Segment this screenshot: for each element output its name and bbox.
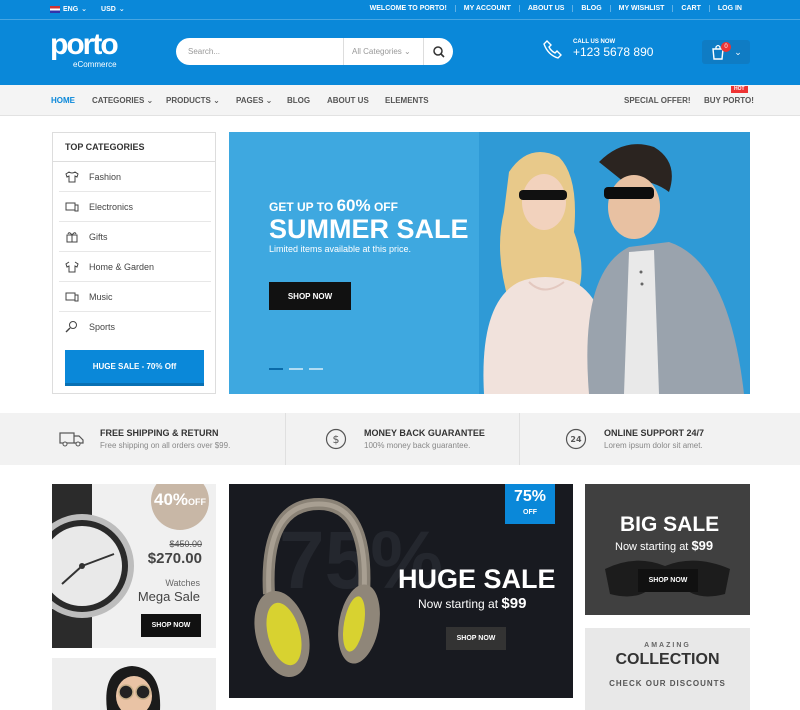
cart-button[interactable]: 0 ⌄ bbox=[702, 40, 750, 64]
category-fashion[interactable]: Fashion bbox=[59, 162, 211, 192]
tshirt-icon bbox=[65, 170, 79, 182]
cart-count-badge: 0 bbox=[721, 42, 731, 52]
nav-blog[interactable]: BLOG bbox=[287, 96, 310, 105]
log-in-link[interactable]: LOG IN bbox=[708, 5, 750, 12]
hero-slider: GET UP TO 60% OFF SUMMER SALE Limited it… bbox=[229, 132, 750, 394]
big-sale-banner[interactable]: BIG SALE Now starting at $99 SHOP NOW bbox=[585, 484, 750, 615]
svg-text:$: $ bbox=[333, 433, 340, 446]
language-selector[interactable]: ENG ⌄ bbox=[50, 5, 87, 13]
category-select[interactable]: All Categories ⌄ bbox=[343, 38, 423, 65]
cart-link[interactable]: CART bbox=[672, 5, 708, 12]
new-price: $270.00 bbox=[147, 550, 202, 567]
sunglasses-banner[interactable] bbox=[52, 658, 216, 710]
headphones-shop-now-button[interactable]: SHOP NOW bbox=[446, 627, 506, 650]
slider-dot-3[interactable] bbox=[309, 368, 323, 370]
my-account-link[interactable]: MY ACCOUNT bbox=[454, 5, 519, 12]
dollar-icon: $ bbox=[325, 428, 347, 450]
big-sale-shop-now-button[interactable]: SHOP NOW bbox=[638, 569, 698, 592]
welcome-text: WELCOME TO PORTO! bbox=[369, 5, 447, 12]
discount-badge: 40%OFF bbox=[151, 484, 209, 530]
phone-icon bbox=[543, 40, 562, 59]
blog-link[interactable]: BLOG bbox=[572, 5, 609, 12]
hero-subtitle: Limited items available at this price. bbox=[269, 244, 412, 254]
huge-sale-button[interactable]: HUGE SALE - 70% Off bbox=[65, 350, 204, 383]
search-button[interactable] bbox=[423, 38, 453, 65]
search-bar: Search... All Categories ⌄ bbox=[176, 38, 453, 65]
feature-money-back: $ MONEY BACK GUARANTEE 100% money back gu… bbox=[322, 413, 485, 465]
nav-about-us[interactable]: ABOUT US bbox=[327, 96, 369, 105]
watch-shop-now-button[interactable]: SHOP NOW bbox=[141, 614, 201, 637]
search-input[interactable]: Search... bbox=[176, 47, 343, 56]
nav-pages[interactable]: PAGES ⌄ bbox=[236, 96, 272, 105]
main-nav: HOME CATEGORIES ⌄ PRODUCTS ⌄ PAGES ⌄ BLO… bbox=[0, 85, 800, 116]
huge-sale-subtitle: Now starting at $99 bbox=[418, 595, 527, 612]
nav-special-offer[interactable]: SPECIAL OFFER! bbox=[624, 96, 691, 105]
slider-dots bbox=[269, 368, 323, 370]
chevron-down-icon: ⌄ bbox=[734, 46, 742, 57]
discount-ribbon: 75% OFF bbox=[505, 484, 555, 524]
watch-image bbox=[52, 484, 134, 648]
nav-elements[interactable]: ELEMENTS bbox=[385, 96, 429, 105]
feature-shipping: FREE SHIPPING & RETURN Free shipping on a… bbox=[58, 413, 230, 465]
headphones-banner[interactable]: 75% 75% OFF HUGE SALE Now starting at $99… bbox=[229, 484, 573, 698]
slider-dot-1[interactable] bbox=[269, 368, 283, 370]
nav-products[interactable]: PRODUCTS ⌄ bbox=[166, 96, 220, 105]
nav-buy-porto[interactable]: BUY PORTO! bbox=[704, 96, 754, 105]
hero-pretitle: GET UP TO 60% OFF bbox=[269, 196, 398, 215]
about-us-link[interactable]: ABOUT US bbox=[518, 5, 573, 12]
gift-icon bbox=[66, 231, 78, 242]
headphones-image bbox=[254, 497, 380, 678]
category-home-garden[interactable]: Home & Garden bbox=[59, 252, 211, 282]
slider-dot-2[interactable] bbox=[289, 368, 303, 370]
big-sale-subtitle: Now starting at $99 bbox=[615, 538, 714, 553]
feature-divider bbox=[285, 413, 286, 465]
category-electronics[interactable]: Electronics bbox=[59, 192, 211, 222]
category-gifts[interactable]: Gifts bbox=[59, 222, 211, 252]
feature-support: 24 ONLINE SUPPORT 24/7 Lorem ipsum dolor … bbox=[562, 413, 704, 465]
nav-home[interactable]: HOME bbox=[51, 96, 75, 105]
currency-selector[interactable]: USD ⌄ bbox=[101, 5, 125, 14]
hero-shop-now-button[interactable]: SHOP NOW bbox=[269, 282, 351, 310]
svg-text:24: 24 bbox=[570, 435, 582, 444]
support-24-icon: 24 bbox=[565, 428, 587, 450]
truck-icon bbox=[59, 432, 84, 447]
logo[interactable]: porto eCommerce bbox=[50, 30, 119, 70]
music-icon bbox=[65, 292, 79, 301]
search-icon bbox=[432, 45, 445, 58]
top-categories: TOP CATEGORIES Fashion Electronics Gifts… bbox=[52, 132, 216, 394]
watch-banner[interactable]: 40%OFF $450.00 $270.00 Watches Mega Sale… bbox=[52, 484, 216, 648]
header: ENG ⌄ USD ⌄ WELCOME TO PORTO! MY ACCOUNT A… bbox=[0, 0, 800, 85]
check-discounts-link[interactable]: CHECK OUR DISCOUNTS bbox=[585, 679, 750, 688]
feature-divider bbox=[519, 413, 520, 465]
top-bar: ENG ⌄ USD ⌄ WELCOME TO PORTO! MY ACCOUNT A… bbox=[0, 0, 800, 20]
home-garden-icon bbox=[65, 261, 79, 272]
hot-badge: HOT bbox=[731, 86, 748, 93]
us-flag-icon bbox=[50, 5, 60, 13]
woman-sunglasses-image bbox=[106, 666, 161, 710]
old-price: $450.00 bbox=[169, 539, 202, 549]
my-wishlist-link[interactable]: MY WISHLIST bbox=[609, 5, 673, 12]
huge-sale-title: HUGE SALE bbox=[398, 564, 556, 594]
phone-number: +123 5678 890 bbox=[573, 45, 654, 59]
hero-couple-image bbox=[479, 132, 750, 394]
electronics-icon bbox=[65, 202, 79, 211]
categories-title: TOP CATEGORIES bbox=[53, 133, 215, 162]
hero-title: SUMMER SALE bbox=[269, 214, 469, 244]
call-us: CALL US NOW +123 5678 890 bbox=[543, 39, 653, 59]
collection-title: COLLECTION bbox=[615, 651, 720, 668]
category-sports[interactable]: Sports bbox=[59, 312, 211, 342]
category-music[interactable]: Music bbox=[59, 282, 211, 312]
sports-icon bbox=[65, 321, 77, 333]
collection-banner[interactable]: AMAZING COLLECTION CHECK OUR DISCOUNTS bbox=[585, 628, 750, 710]
big-sale-title: BIG SALE bbox=[620, 513, 720, 536]
nav-categories[interactable]: CATEGORIES ⌄ bbox=[92, 96, 153, 105]
features-bar: FREE SHIPPING & RETURN Free shipping on a… bbox=[0, 413, 800, 465]
